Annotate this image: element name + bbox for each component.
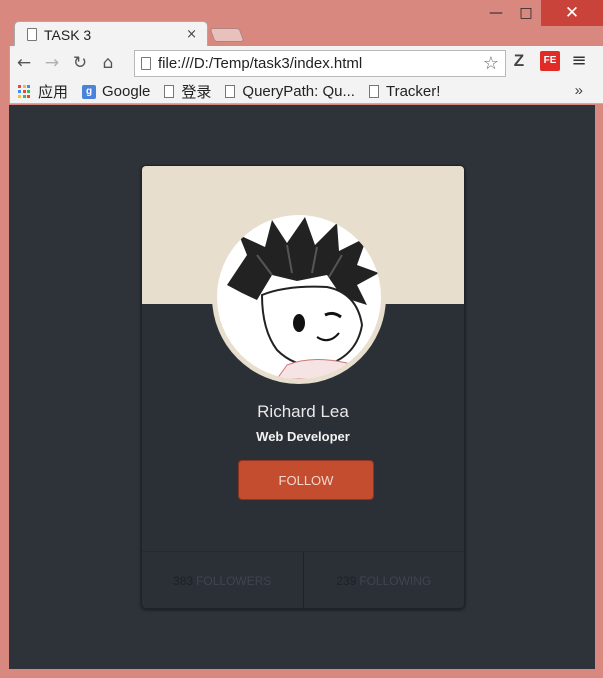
following-count: 239 xyxy=(336,574,357,588)
window-controls: — □ ✕ xyxy=(481,0,603,26)
profile-name: Richard Lea xyxy=(257,402,349,421)
profile-card: Richard Lea Web Developer FOLLOW 383 FOL… xyxy=(141,165,465,609)
profile-stats: 383 FOLLOWERS 239 FOLLOWING xyxy=(142,551,465,608)
close-icon[interactable]: ✕ xyxy=(541,0,603,26)
followers-count: 383 xyxy=(173,574,194,588)
bookmark-google[interactable]: g Google xyxy=(82,83,150,100)
google-icon: g xyxy=(82,84,97,99)
page-viewport: Richard Lea Web Developer FOLLOW 383 FOL… xyxy=(9,105,595,669)
bookmarks-overflow-icon[interactable]: » xyxy=(575,82,583,99)
page-icon xyxy=(225,85,236,98)
avatar-drawing xyxy=(227,217,379,379)
following-label: FOLLOWING xyxy=(359,574,432,588)
bookmark-apps[interactable]: 应用 xyxy=(18,81,68,102)
bookmark-label: 应用 xyxy=(38,84,69,101)
bookmark-label: Google xyxy=(102,83,151,100)
browser-window: — □ ✕ TASK 3 × ← → ↻ ⌂ file:///D:/Temp/t… xyxy=(0,0,603,678)
page-icon xyxy=(164,85,175,98)
apps-grid-icon xyxy=(18,84,32,99)
url-text[interactable]: file:///D:/Temp/task3/index.html xyxy=(158,55,483,72)
followers-label: FOLLOWERS xyxy=(196,574,272,588)
avatar xyxy=(212,210,386,384)
fe-extension-icon[interactable]: FE xyxy=(540,50,560,71)
forward-arrow-icon[interactable]: → xyxy=(38,49,66,77)
following-stat[interactable]: 239 FOLLOWING xyxy=(304,552,465,608)
reload-icon[interactable]: ↻ xyxy=(66,49,94,77)
tab-close-icon[interactable]: × xyxy=(186,27,197,42)
avatar-image xyxy=(217,215,381,379)
bookmark-label: 登录 xyxy=(181,84,212,101)
bookmarks-bar: 应用 g Google 登录 QueryPath: Qu... Tracker!… xyxy=(9,80,603,104)
bookmark-label: QueryPath: Qu... xyxy=(242,83,355,100)
new-tab-button[interactable] xyxy=(209,28,245,42)
address-bar[interactable]: file:///D:/Temp/task3/index.html ☆ xyxy=(134,50,506,77)
tab-task3[interactable]: TASK 3 × xyxy=(14,21,208,47)
zotero-extension-icon[interactable]: Z xyxy=(504,51,534,71)
menu-icon[interactable]: ≡ xyxy=(566,50,592,71)
follow-button[interactable]: FOLLOW xyxy=(238,460,374,500)
bookmark-querypath[interactable]: QueryPath: Qu... xyxy=(225,83,355,100)
home-icon[interactable]: ⌂ xyxy=(94,49,122,77)
bookmark-login[interactable]: 登录 xyxy=(164,81,211,102)
followers-stat[interactable]: 383 FOLLOWERS xyxy=(142,552,304,608)
bookmark-label: Tracker! xyxy=(385,83,441,100)
maximize-icon[interactable]: □ xyxy=(511,0,541,26)
page-icon xyxy=(368,85,379,98)
page-icon xyxy=(27,28,37,41)
toolbar-extensions: Z FE ≡ xyxy=(504,50,592,71)
profile-role: Web Developer xyxy=(256,429,350,444)
toolbar: ← → ↻ ⌂ file:///D:/Temp/task3/index.html… xyxy=(9,46,603,80)
minimize-icon[interactable]: — xyxy=(481,0,511,26)
tab-title: TASK 3 xyxy=(44,26,92,43)
back-arrow-icon[interactable]: ← xyxy=(10,49,38,77)
bookmark-star-icon[interactable]: ☆ xyxy=(483,53,499,74)
bookmark-tracker[interactable]: Tracker! xyxy=(368,83,441,100)
page-icon xyxy=(141,57,151,70)
